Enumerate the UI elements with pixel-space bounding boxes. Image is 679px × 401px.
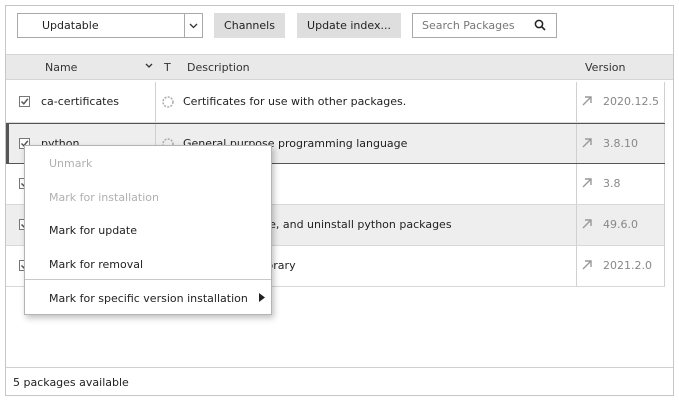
column-header-type[interactable]: T — [164, 61, 171, 74]
channels-button[interactable]: Channels — [214, 13, 285, 38]
menu-item-unmark[interactable]: Unmark — [49, 157, 92, 170]
filter-dropdown[interactable]: Updatable — [17, 13, 203, 38]
search-placeholder: Search Packages — [422, 19, 515, 32]
package-version: 2020.12.5 — [603, 95, 659, 108]
status-bar: 5 packages available — [6, 367, 673, 395]
package-name: ca-certificates — [41, 95, 119, 108]
menu-item-mark-for-update[interactable]: Mark for update — [49, 224, 137, 237]
search-packages-input[interactable]: Search Packages — [412, 13, 557, 38]
menu-item-mark-for-installation[interactable]: Mark for installation — [49, 191, 159, 204]
menu-item-mark-specific-version[interactable]: Mark for specific version installation — [49, 292, 248, 305]
chevron-down-icon[interactable] — [184, 14, 202, 37]
menu-divider — [25, 279, 271, 280]
package-version: 3.8.10 — [603, 137, 638, 150]
search-icon[interactable] — [534, 19, 546, 34]
column-header-name[interactable]: Name — [45, 61, 77, 74]
update-arrow-icon[interactable] — [580, 136, 594, 153]
package-version: 49.6.0 — [603, 218, 638, 231]
table-row[interactable]: ca-certificates Certificates for use wit… — [6, 82, 665, 123]
package-version: 2021.2.0 — [603, 259, 652, 272]
sort-down-icon[interactable] — [145, 60, 153, 73]
submenu-arrow-icon — [259, 292, 265, 305]
checkbox-checked[interactable] — [19, 96, 30, 107]
status-text: 5 packages available — [13, 376, 129, 389]
column-header-description[interactable]: Description — [187, 61, 250, 74]
menu-item-mark-for-removal[interactable]: Mark for removal — [49, 258, 143, 271]
column-header-version[interactable]: Version — [585, 61, 625, 74]
update-arrow-icon[interactable] — [580, 258, 594, 275]
update-arrow-icon[interactable] — [580, 94, 594, 111]
context-menu: Unmark Mark for installation Mark for up… — [24, 145, 272, 315]
update-arrow-icon[interactable] — [580, 217, 594, 234]
loading-icon — [161, 95, 175, 112]
package-version: 3.8 — [603, 177, 621, 190]
filter-dropdown-value: Updatable — [42, 19, 99, 32]
package-description: Certificates for use with other packages… — [183, 95, 407, 108]
table-header: Name T Description Version — [6, 54, 673, 80]
update-arrow-icon[interactable] — [580, 176, 594, 193]
update-index-button[interactable]: Update index... — [297, 13, 401, 38]
